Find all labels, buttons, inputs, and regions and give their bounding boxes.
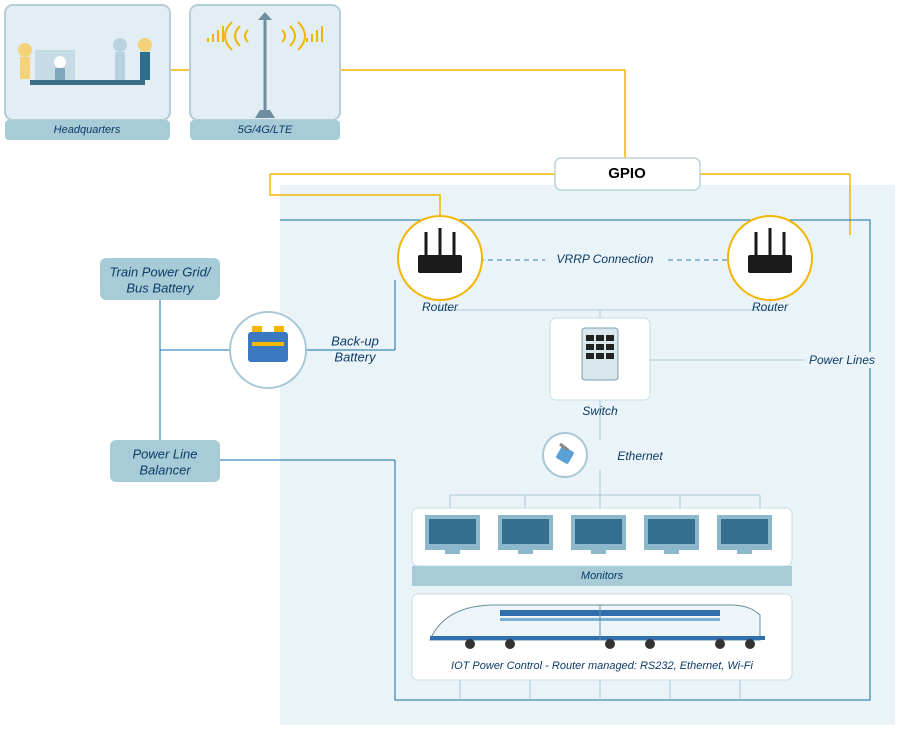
gpio-label: GPIO bbox=[608, 165, 646, 182]
svg-text:Balancer: Balancer bbox=[139, 462, 191, 477]
switch-label: Switch bbox=[582, 404, 618, 418]
svg-text:Back-up: Back-up bbox=[331, 333, 379, 348]
iot-label: IOT Power Control - Router managed: RS23… bbox=[451, 660, 753, 672]
vrrp-label: VRRP Connection bbox=[557, 252, 654, 266]
gpio-header: GPIO bbox=[555, 158, 700, 190]
headquarters-node: Headquarters bbox=[5, 5, 170, 140]
router-1-label: Router bbox=[422, 300, 459, 314]
router-icon bbox=[748, 228, 792, 273]
cell-tower-label: 5G/4G/LTE bbox=[238, 124, 293, 136]
monitor-icon bbox=[571, 515, 626, 554]
power-lines-label: Power Lines bbox=[809, 353, 875, 367]
monitor-icon bbox=[425, 515, 480, 554]
svg-text:Battery: Battery bbox=[334, 349, 377, 364]
switch-icon bbox=[582, 328, 618, 380]
svg-text:Power Line: Power Line bbox=[132, 446, 197, 461]
svg-text:Bus Battery: Bus Battery bbox=[126, 280, 195, 295]
ethernet-label: Ethernet bbox=[617, 449, 663, 463]
router-1-node bbox=[398, 216, 482, 300]
monitor-icon bbox=[644, 515, 699, 554]
router-icon bbox=[418, 228, 462, 273]
monitor-icon bbox=[498, 515, 553, 554]
router-2-label: Router bbox=[752, 300, 789, 314]
ethernet-node bbox=[543, 433, 587, 477]
power-line-balancer-node: Power Line Balancer bbox=[110, 440, 220, 482]
headquarters-label: Headquarters bbox=[54, 124, 121, 136]
router-2-node bbox=[728, 216, 812, 300]
monitors-row bbox=[412, 508, 792, 566]
switch-node bbox=[550, 318, 650, 400]
cell-tower-node: 5G/4G/LTE bbox=[190, 5, 340, 140]
iot-train-node: IOT Power Control - Router managed: RS23… bbox=[412, 594, 792, 680]
monitors-label: Monitors bbox=[581, 570, 624, 582]
svg-text:Train Power Grid/: Train Power Grid/ bbox=[110, 264, 212, 279]
train-power-node: Train Power Grid/ Bus Battery bbox=[100, 258, 220, 300]
monitor-icon bbox=[717, 515, 772, 554]
